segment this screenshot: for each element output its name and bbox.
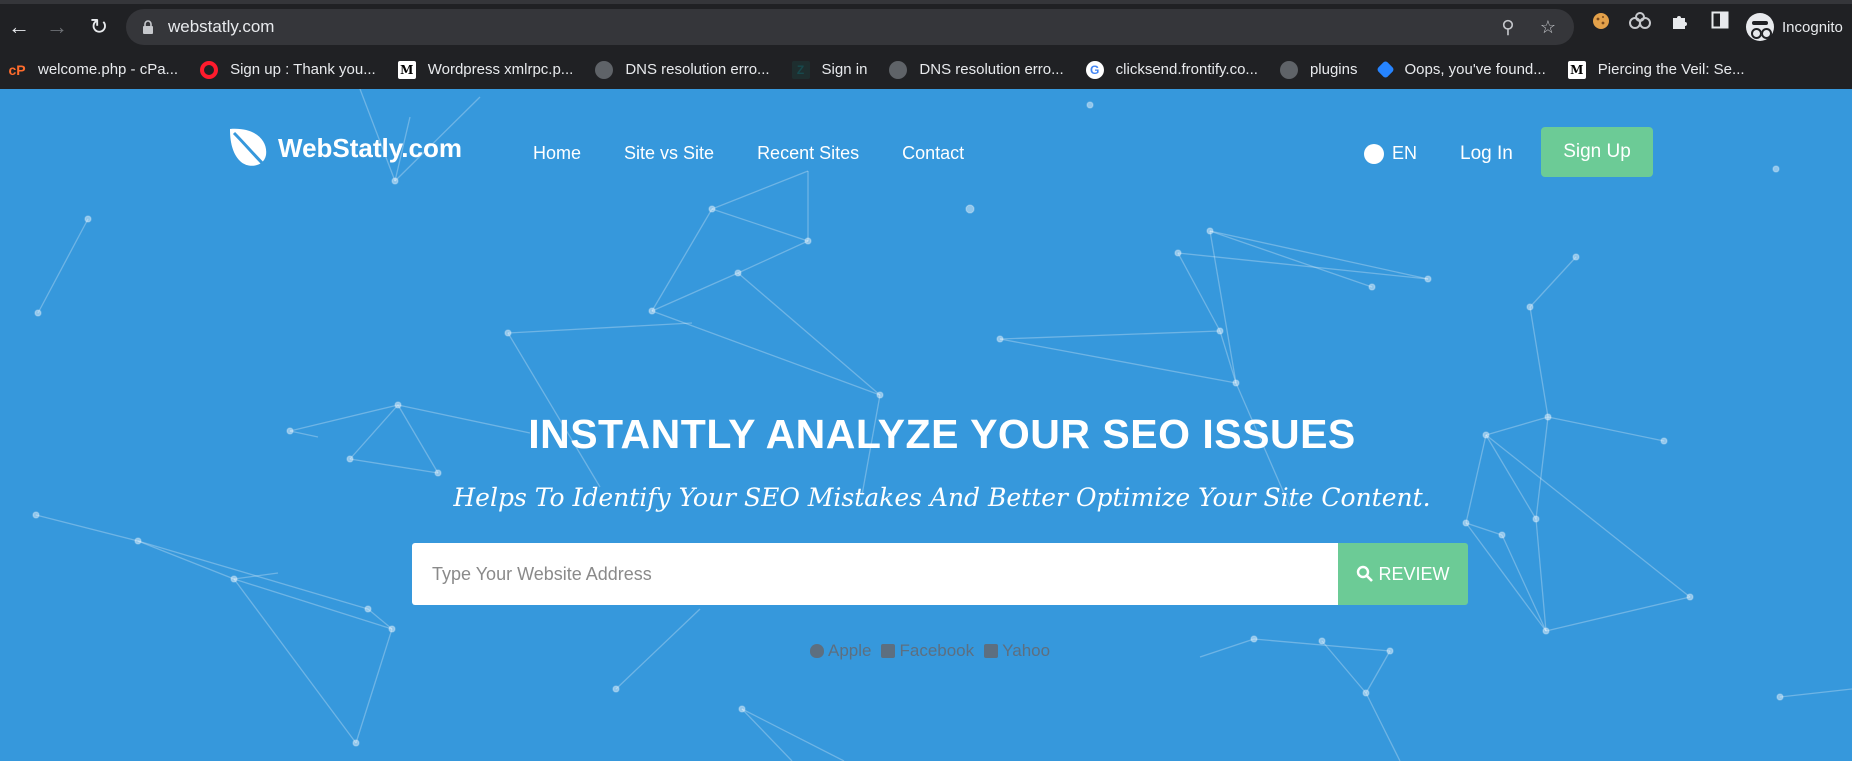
- medium-icon: M: [1567, 60, 1586, 79]
- hero-subline: Helps To Identify Your SEO Mistakes And …: [453, 483, 1431, 512]
- jira-icon: [1376, 60, 1396, 79]
- webpage: WebStatly.com Home Site vs Site Recent S…: [0, 89, 1852, 761]
- opera-icon: [200, 60, 219, 79]
- globe-icon: [1279, 60, 1298, 79]
- zendesk-icon: Z: [791, 60, 810, 79]
- example-yahoo[interactable]: Yahoo: [984, 641, 1050, 661]
- review-button[interactable]: REVIEW: [1338, 543, 1468, 605]
- puzzle-extensions-icon[interactable]: [1668, 11, 1692, 35]
- reload-button[interactable]: ↻: [84, 12, 114, 42]
- bookmark-item[interactable]: DNS resolution erro...: [595, 60, 770, 79]
- side-panel-icon[interactable]: [1708, 11, 1732, 35]
- bookmark-item[interactable]: cP welcome.php - cPa...: [8, 61, 178, 79]
- bookmark-item[interactable]: Oops, you've found...: [1376, 60, 1546, 79]
- bookmark-label: welcome.php - cPa...: [38, 61, 179, 78]
- bookmark-label: plugins: [1309, 61, 1358, 78]
- nav-home[interactable]: Home: [533, 143, 581, 164]
- logo-text: WebStatly.com: [278, 132, 462, 163]
- bookmark-item[interactable]: M Piercing the Veil: Se...: [1567, 60, 1745, 79]
- bookmark-item[interactable]: M Wordpress xmlrpc.p...: [397, 60, 574, 79]
- star-icon[interactable]: ☆: [1536, 15, 1560, 39]
- bookmark-item[interactable]: Sign up : Thank you...: [200, 60, 376, 79]
- example-label: Yahoo: [1002, 641, 1051, 660]
- bookmark-label: Oops, you've found...: [1404, 61, 1546, 78]
- bookmark-label: clicksend.frontify.co...: [1115, 61, 1258, 78]
- bookmark-label: DNS resolution erro...: [919, 61, 1064, 78]
- facebook-icon: [881, 644, 896, 658]
- google-icon: G: [1085, 60, 1104, 79]
- extension-icon[interactable]: [1628, 11, 1652, 35]
- medium-icon: M: [397, 60, 416, 79]
- language-selector[interactable]: EN: [1364, 143, 1417, 164]
- browser-toolbar: ← → ↻ webstatly.com ⚲ ☆ Incognito: [0, 4, 1852, 50]
- example-label: Facebook: [899, 641, 975, 660]
- globe-icon: [1364, 143, 1384, 164]
- search-icon: [1357, 565, 1374, 582]
- url-text: webstatly.com: [168, 17, 275, 36]
- bookmark-item[interactable]: G clicksend.frontify.co...: [1085, 60, 1258, 79]
- nav-contact[interactable]: Contact: [902, 143, 964, 164]
- example-facebook[interactable]: Facebook: [881, 641, 974, 661]
- signup-button[interactable]: Sign Up: [1541, 127, 1653, 177]
- key-icon[interactable]: ⚲: [1496, 15, 1520, 39]
- example-sites: Apple Facebook Yahoo: [810, 641, 1060, 661]
- back-button[interactable]: ←: [4, 12, 34, 42]
- browser-chrome: ← → ↻ webstatly.com ⚲ ☆ Incognito cP wel…: [0, 0, 1852, 89]
- main-nav: Home Site vs Site Recent Sites Contact: [533, 143, 1007, 164]
- bookmark-label: DNS resolution erro...: [625, 61, 770, 78]
- address-bar[interactable]: webstatly.com ⚲ ☆: [126, 9, 1574, 45]
- incognito-label: Incognito: [1782, 18, 1843, 36]
- site-logo[interactable]: WebStatly.com: [226, 125, 462, 171]
- globe-icon: [595, 60, 614, 79]
- leaf-icon: [230, 128, 270, 171]
- bookmarks-bar: cP welcome.php - cPa... Sign up : Thank …: [0, 50, 1852, 89]
- incognito-icon: [1746, 13, 1774, 41]
- bookmark-item[interactable]: Z Sign in: [791, 60, 868, 79]
- hero-headline: INSTANTLY ANALYZE YOUR SEO ISSUES: [528, 411, 1356, 457]
- forward-button[interactable]: →: [42, 12, 72, 42]
- bookmark-item[interactable]: DNS resolution erro...: [889, 60, 1064, 79]
- bookmark-label: Sign in: [821, 61, 868, 78]
- apple-icon: [810, 644, 824, 658]
- login-link[interactable]: Log In: [1460, 143, 1513, 165]
- cpanel-icon: cP: [8, 61, 26, 78]
- language-label: EN: [1392, 143, 1418, 163]
- bookmark-label: Piercing the Veil: Se...: [1597, 61, 1745, 78]
- nav-site-vs-site[interactable]: Site vs Site: [624, 143, 714, 164]
- yahoo-icon: [984, 644, 999, 658]
- example-apple[interactable]: Apple: [810, 641, 871, 661]
- bookmark-item[interactable]: plugins: [1279, 60, 1358, 79]
- bookmark-label: Sign up : Thank you...: [230, 61, 376, 78]
- cookie-extension-icon[interactable]: [1589, 11, 1613, 35]
- review-label: REVIEW: [1378, 563, 1450, 584]
- lock-icon: [143, 20, 153, 34]
- website-address-input[interactable]: [412, 543, 1338, 605]
- example-label: Apple: [828, 641, 872, 660]
- incognito-indicator[interactable]: Incognito: [1746, 13, 1843, 41]
- globe-icon: [889, 60, 908, 79]
- bookmark-label: Wordpress xmlrpc.p...: [427, 61, 574, 78]
- nav-recent-sites[interactable]: Recent Sites: [757, 143, 859, 164]
